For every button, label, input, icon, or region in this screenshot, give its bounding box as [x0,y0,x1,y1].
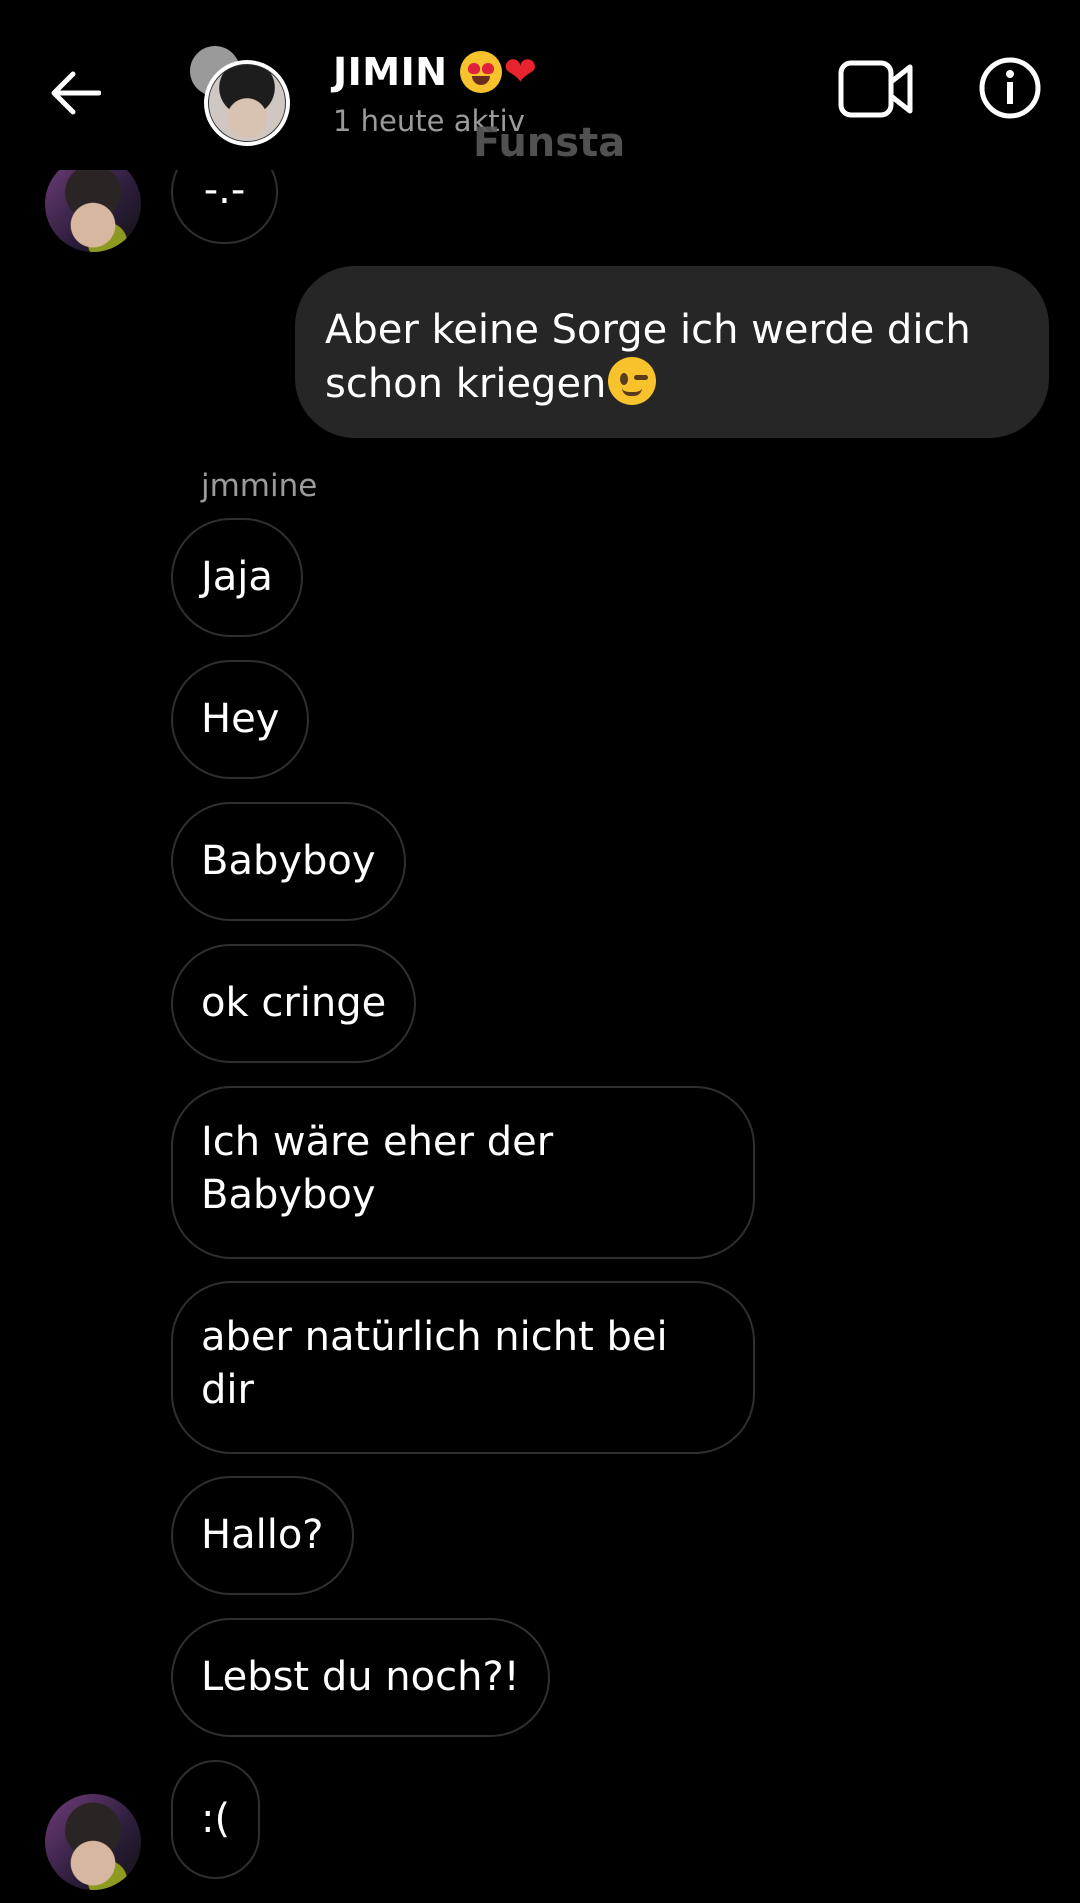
message-text: aber natürlich nicht bei dir [201,1314,668,1413]
info-button[interactable] [978,56,1042,120]
winking-face-emoji-icon [608,357,657,405]
video-call-button[interactable] [838,58,914,120]
message-received[interactable]: Ich wäre eher der Babyboy [171,1086,755,1259]
message-received[interactable]: Jaja [171,518,303,637]
message-text: Lebst du noch?! [201,1654,520,1700]
info-icon [979,57,1041,119]
message-received[interactable]: ok cringe [171,944,417,1063]
message-text: Jaja [201,554,273,600]
red-heart-icon: ❤ [503,49,538,95]
message-text: -.- [203,167,246,213]
message-text: :( [201,1796,231,1842]
message-received[interactable]: :( [171,1760,261,1879]
avatar-primary [204,60,290,146]
message-received[interactable]: Babyboy [171,802,406,921]
message-received[interactable]: Hallo? [171,1476,354,1595]
group-avatar[interactable] [190,46,300,156]
message-received[interactable]: aber natürlich nicht bei dir [171,1281,755,1454]
chat-header: JIMIN ❤ 1 heute aktiv Funsta [0,0,1080,170]
message-text: Hey [201,696,280,742]
message-text: Hallo? [201,1512,324,1558]
app-watermark: Funsta [473,120,626,166]
video-camera-icon [838,60,913,118]
sender-avatar[interactable] [45,156,141,252]
message-text: ok cringe [201,980,387,1026]
back-button[interactable] [44,62,106,124]
sender-name: jmmine [201,468,318,504]
message-received[interactable]: Hey [171,660,310,779]
message-sent[interactable]: Aber keine Sorge ich werde dich schon kr… [295,266,1049,438]
message-text: Ich wäre eher der Babyboy [201,1119,554,1218]
message-received[interactable]: Lebst du noch?! [171,1618,550,1737]
message-text: Babyboy [201,838,376,884]
sender-avatar[interactable] [45,1794,141,1890]
heart-eyes-emoji-icon [459,51,502,93]
chat-title[interactable]: JIMIN ❤ [333,50,538,94]
arrow-left-icon [51,71,101,115]
chat-title-text: JIMIN [333,50,448,94]
